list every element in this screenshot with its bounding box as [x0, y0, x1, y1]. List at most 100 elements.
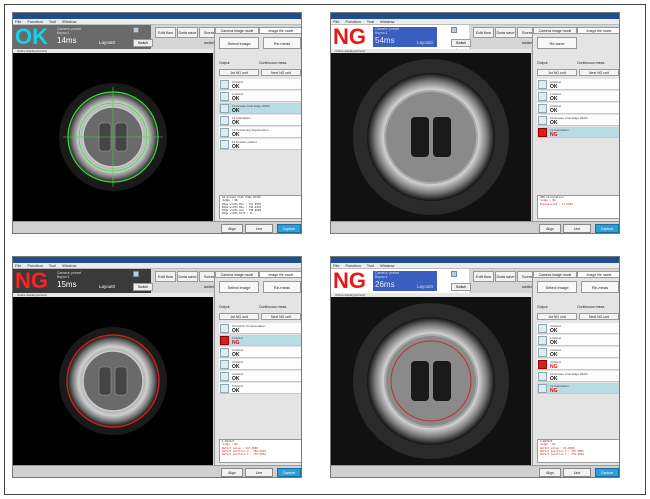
option-checkbox-1[interactable]: Continuous meas.: [577, 305, 605, 309]
option-checkbox-0[interactable]: Output: [219, 305, 230, 309]
bottom-button-0[interactable]: Align: [221, 468, 243, 477]
processing-time: 26ms: [375, 280, 395, 289]
processing-time: 54ms: [375, 36, 395, 45]
bottom-button-2[interactable]: Capture: [595, 468, 619, 477]
bottom-button-0[interactable]: Align: [539, 224, 561, 233]
toolbar-button-0[interactable]: Edit flow: [473, 27, 494, 38]
tool-list-item[interactable]: 10.Grease Coat Edge Width OK: [219, 103, 301, 114]
window-icon: [451, 271, 457, 277]
switch-layout-button[interactable]: Switch layout: [133, 39, 153, 52]
bottom-button-2[interactable]: Capture: [277, 468, 301, 477]
ng-nav-button-0[interactable]: 1st NG unit: [537, 69, 577, 76]
switch-layout-button[interactable]: Switch layout: [451, 283, 471, 296]
tool-list-item[interactable]: 2.Defect OK: [537, 347, 619, 358]
toolbar-button-1[interactable]: Data save: [177, 271, 198, 282]
tool-list-item[interactable]: 3.Defect OK: [219, 359, 301, 370]
ng-nav-button-1[interactable]: Next NG unit: [579, 69, 619, 76]
tab-mode-1[interactable]: Image file mode: [577, 271, 619, 278]
tool-list-item[interactable]: 11.Calculation OK: [219, 115, 301, 126]
ng-nav-button-0[interactable]: 1st NG unit: [219, 313, 259, 320]
tool-list-item[interactable]: 3.Defect NG: [537, 359, 619, 370]
tab-mode-0[interactable]: Camera image mode: [533, 271, 577, 278]
tab-mode-0[interactable]: Camera image mode: [215, 271, 259, 278]
option-checkbox-1[interactable]: Continuous meas.: [577, 61, 605, 65]
toolbar-button-1[interactable]: Data save: [177, 27, 198, 38]
tool-result: OK: [232, 328, 240, 334]
re-measure-button[interactable]: Re-meas: [263, 37, 301, 49]
menu-item-tool[interactable]: Tool: [49, 263, 56, 268]
bottom-toolbar: Align Line Capture: [331, 465, 619, 477]
toolbar-button-0[interactable]: Edit flow: [473, 271, 494, 282]
toolbar-button-1[interactable]: Data save: [495, 27, 516, 38]
tool-list-item[interactable]: 1.Defect OK: [219, 91, 301, 102]
re-measure-button[interactable]: Re-meas: [581, 281, 619, 293]
tool-result: NG: [550, 364, 558, 370]
switch-layout-button[interactable]: Switch layout: [133, 283, 153, 296]
tab-mode-1[interactable]: Image file mode: [577, 27, 619, 34]
layout-label: Layout0: [99, 40, 116, 45]
option-checkbox-1[interactable]: Continuous meas.: [259, 305, 287, 309]
toolbar-button-0[interactable]: Edit flow: [155, 271, 176, 282]
select-image-button[interactable]: Select image: [537, 281, 577, 293]
bottom-button-2[interactable]: Capture: [277, 224, 301, 233]
option-checkbox-0[interactable]: Output: [537, 305, 548, 309]
bottom-button-1[interactable]: Line: [245, 224, 273, 233]
tool-list-item[interactable]: 4.Defect OK: [219, 371, 301, 382]
tool-list-item[interactable]: 5.Defect OK: [219, 383, 301, 394]
tool-list-item[interactable]: 2.Defect OK: [537, 103, 619, 114]
tool-list-item[interactable]: 10.Grease Coat Edge Width OK: [537, 115, 619, 126]
ng-nav-button-0[interactable]: 1st NG unit: [537, 313, 577, 320]
menu-item-window[interactable]: Window: [62, 263, 76, 268]
bottom-button-0[interactable]: Align: [539, 468, 561, 477]
bottom-button-1[interactable]: Line: [245, 468, 273, 477]
bottom-button-0[interactable]: Align: [221, 224, 243, 233]
tool-list-item[interactable]: 0.Defect OK: [537, 323, 619, 334]
bottom-button-1[interactable]: Line: [563, 224, 591, 233]
judgement-status: NG: [333, 24, 366, 49]
ng-nav-button-0[interactable]: 1st NG unit: [219, 69, 259, 76]
menu-item-tool[interactable]: Tool: [49, 19, 56, 24]
tool-list-item[interactable]: 12.Positioning Suppression OK: [219, 127, 301, 138]
tool-list-item[interactable]: 1.Defect OK: [537, 335, 619, 346]
tool-list-item[interactable]: 11.Calculation NG: [537, 127, 619, 138]
tool-list-item[interactable]: 0.Position Compensation OK: [219, 323, 301, 334]
tool-result: OK: [550, 120, 558, 126]
switch-layout-button[interactable]: Switch layout: [451, 39, 471, 52]
bottom-button-2[interactable]: Capture: [595, 224, 619, 233]
tool-list-item[interactable]: 1.Defect NG: [219, 335, 301, 346]
menu-item-tool[interactable]: Tool: [367, 19, 374, 24]
option-checkbox-0[interactable]: Output: [219, 61, 230, 65]
option-checkbox-0[interactable]: Output: [537, 61, 548, 65]
menu-item-window[interactable]: Window: [380, 263, 394, 268]
tab-mode-1[interactable]: Image file mode: [259, 271, 301, 278]
menu-item-tool[interactable]: Tool: [367, 263, 374, 268]
part-inner-ring: [384, 90, 478, 184]
bottom-button-1[interactable]: Line: [563, 468, 591, 477]
re-measure-button[interactable]: Re-meas: [263, 281, 301, 293]
menu-item-window[interactable]: Window: [62, 19, 76, 24]
tool-list-item[interactable]: 0.Defect OK: [537, 79, 619, 90]
select-image-button[interactable]: Select image: [219, 281, 259, 293]
ng-nav-button-1[interactable]: Next NG unit: [579, 313, 619, 320]
tool-list-item[interactable]: 11.Calculation NG: [537, 383, 619, 394]
tool-list-item[interactable]: 2.Defect OK: [219, 347, 301, 358]
option-checkbox-1[interactable]: Continuous meas.: [259, 61, 287, 65]
tool-list-item[interactable]: 0.Defect OK: [219, 79, 301, 90]
tool-list-item[interactable]: 10.Grease Coat Edge Width OK: [537, 371, 619, 382]
toolbar-button-1[interactable]: Data save: [495, 271, 516, 282]
judgement-status-area: NG Camera: preset Bsync:1 54ms Layout0: [331, 25, 469, 49]
tab-mode-0[interactable]: Camera image mode: [215, 27, 259, 34]
ng-nav-button-1[interactable]: Next NG unit: [261, 313, 301, 320]
tool-list-item[interactable]: 13.Position pattern OK: [219, 139, 301, 150]
toolbar-button-0[interactable]: Edit flow: [155, 27, 176, 38]
tool-icon: [220, 336, 229, 345]
ng-nav-button-1[interactable]: Next NG unit: [261, 69, 301, 76]
tab-mode-0[interactable]: Camera image mode: [533, 27, 577, 34]
select-image-button[interactable]: Select image: [219, 37, 259, 49]
menu-item-window[interactable]: Window: [380, 19, 394, 24]
select-image-button[interactable]: Re-save: [537, 37, 577, 49]
tool-icon: [538, 360, 547, 369]
tool-list-item[interactable]: 1.Defect OK: [537, 91, 619, 102]
judgement-status-area: OK Camera: preset Bsync:1 14ms Layout0: [13, 25, 151, 49]
tab-mode-1[interactable]: Image file mode: [259, 27, 301, 34]
